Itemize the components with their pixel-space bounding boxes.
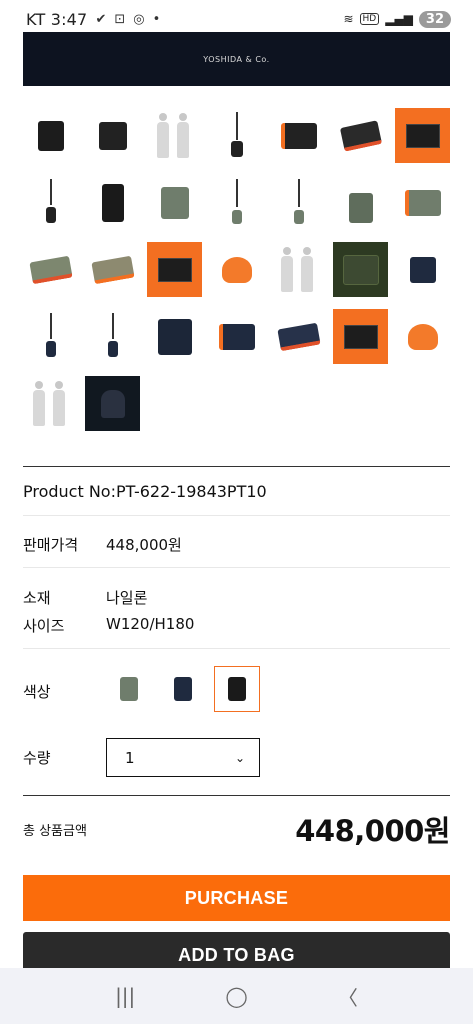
thumb-navy-contents[interactable] <box>271 309 326 364</box>
thumb-orange-drawstring[interactable] <box>209 242 264 297</box>
thumb-model-pair-2[interactable] <box>271 242 326 297</box>
thumb-orange-label-2[interactable] <box>147 242 202 297</box>
hd-badge: HD <box>359 13 380 25</box>
thumb-green-card[interactable] <box>333 242 388 297</box>
system-nav-bar: ||| ◯ 〈 <box>0 968 473 1024</box>
thumb-strap-black[interactable] <box>209 108 264 163</box>
divider <box>23 567 450 568</box>
thumb-navy-shoulder[interactable] <box>147 309 202 364</box>
price-label: 판매가격 <box>23 536 79 554</box>
quantity-label: 수량 <box>23 749 51 767</box>
thumb-black-contents[interactable] <box>333 108 388 163</box>
screenshot-icon: ⊡ <box>114 11 126 27</box>
chevron-down-icon: ⌄ <box>234 750 245 765</box>
thumb-navy-open[interactable] <box>209 309 264 364</box>
model-figure <box>281 247 293 293</box>
brand-logo-text: YOSHIDA & Co. <box>203 54 270 64</box>
size-value: W120/H180 <box>106 615 195 633</box>
model-figure <box>33 381 45 427</box>
signal-icon: ▂▄▆ <box>385 12 413 26</box>
thumb-black-shoulder[interactable] <box>85 175 140 230</box>
thumb-black-pouch[interactable] <box>23 108 78 163</box>
brand-banner: YOSHIDA & Co. <box>23 32 450 86</box>
model-figure <box>157 113 169 159</box>
thumb-black-pouch-side[interactable] <box>85 108 140 163</box>
vpn-icon: ✔ <box>95 11 107 27</box>
color-label: 색상 <box>23 683 51 701</box>
thumb-orange-drawstring-2[interactable] <box>395 309 450 364</box>
home-icon[interactable]: ◯ <box>225 984 247 1008</box>
purchase-button[interactable]: PURCHASE <box>23 875 450 921</box>
thumb-sage-contents[interactable] <box>23 242 78 297</box>
wifi-icon: ≋ <box>343 12 354 26</box>
thumb-orange-contents[interactable] <box>85 242 140 297</box>
thumb-dark-card[interactable] <box>85 376 140 431</box>
thumb-model-pair-3[interactable] <box>23 376 78 431</box>
divider <box>23 515 450 516</box>
instagram-icon: ◎ <box>133 11 145 27</box>
thumb-sage-strap[interactable] <box>209 175 264 230</box>
model-figure <box>177 113 189 159</box>
divider <box>23 648 450 649</box>
color-option-sage[interactable] <box>106 666 152 712</box>
thumb-sage-open[interactable] <box>395 175 450 230</box>
quantity-value: 1 <box>125 748 135 767</box>
quantity-select[interactable]: 1 ⌄ <box>106 738 260 777</box>
thumb-navy-strap[interactable] <box>23 309 78 364</box>
battery-badge: 32 <box>418 10 451 28</box>
divider <box>23 466 450 467</box>
total-label: 총 상품금액 <box>23 824 87 839</box>
thumb-model-pair[interactable] <box>147 108 202 163</box>
model-figure <box>301 247 313 293</box>
thumb-sage-pouch[interactable] <box>147 175 202 230</box>
color-option-navy[interactable] <box>160 666 206 712</box>
recents-icon[interactable]: ||| <box>115 984 135 1008</box>
material-value: 나일론 <box>106 589 148 607</box>
color-option-black[interactable] <box>214 666 260 712</box>
carrier-time: KT 3:47 <box>26 9 88 29</box>
product-number: Product No:PT-622-19843PT10 <box>23 482 267 501</box>
model-figure <box>53 381 65 427</box>
material-label: 소재 <box>23 589 51 607</box>
price-value: 448,000원 <box>106 536 182 554</box>
thumb-sage-neck[interactable] <box>333 175 388 230</box>
thumb-sage-strap-2[interactable] <box>271 175 326 230</box>
back-icon[interactable]: 〈 <box>338 982 358 1011</box>
divider <box>23 795 450 796</box>
thumb-black-open[interactable] <box>271 108 326 163</box>
total-price: 448,000원 <box>295 814 450 848</box>
thumb-orange-label-3[interactable] <box>333 309 388 364</box>
thumb-black-long-strap[interactable] <box>23 175 78 230</box>
thumb-navy-strap-2[interactable] <box>85 309 140 364</box>
thumb-navy-pouch[interactable] <box>395 242 450 297</box>
dot-icon: • <box>152 11 161 27</box>
size-label: 사이즈 <box>23 617 65 635</box>
thumb-orange-label[interactable] <box>395 108 450 163</box>
